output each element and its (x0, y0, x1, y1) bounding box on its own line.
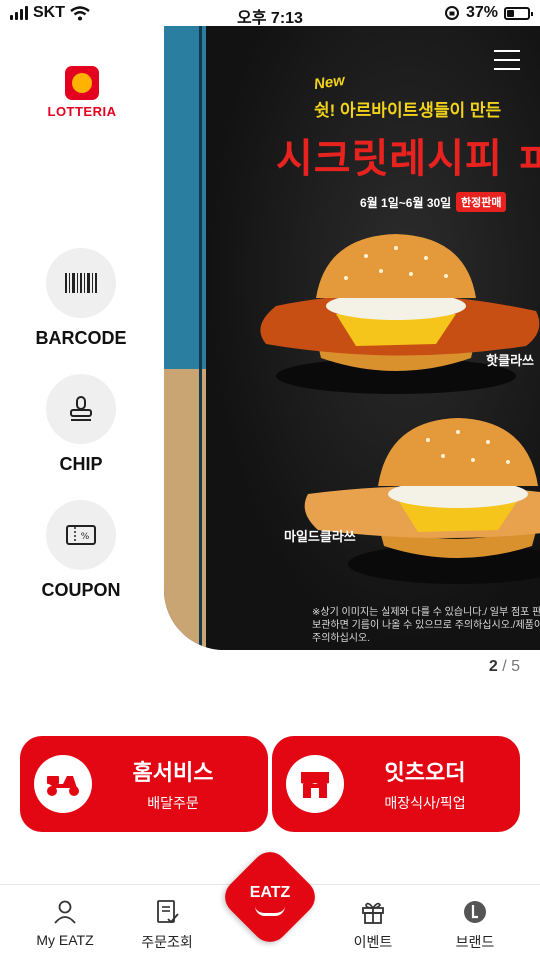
burger-image-hot (260, 234, 540, 394)
poster-title: 시크릿레시피 ㅍ (276, 137, 540, 181)
promo-banner[interactable]: New 쉿! 아르바이트생들이 만든 시크릿레시피 ㅍ 6월 1일~6월 30일… (164, 26, 540, 650)
nav-label: 이벤트 (353, 934, 393, 950)
nav-my-eatz[interactable]: My EATZ (20, 899, 110, 948)
burger-name-hot: 핫클라쓰 (486, 353, 534, 368)
user-icon (54, 900, 76, 924)
battery-icon (504, 6, 533, 20)
action-title: 잇츠오더 (384, 760, 466, 785)
disclaimer-line: 주의하십시오. (312, 633, 370, 644)
eatz-center-label[interactable]: EATZ (233, 884, 307, 902)
disclaimer-line: ※상기 이미지는 실제와 다를 수 있습니다./ 일부 점포 판매 제외 / 장… (312, 607, 540, 618)
coupon-icon: % (46, 500, 116, 570)
poster-date: 6월 1일~6월 30일 (360, 196, 452, 210)
promo-poster: New 쉿! 아르바이트생들이 만든 시크릿레시피 ㅍ 6월 1일~6월 30일… (206, 26, 540, 650)
brand-icon (464, 901, 486, 923)
status-bar: SKT 오후 7:13 37% (0, 0, 540, 28)
disclaimer: ※상기 이미지는 실제와 다를 수 있습니다./ 일부 점포 판매 제외 / 장… (312, 606, 540, 645)
side-menu-chip[interactable]: CHIP (22, 374, 140, 475)
scooter-icon (34, 755, 92, 813)
side-menu-barcode[interactable]: BARCODE (22, 248, 140, 349)
stamp-icon (46, 374, 116, 444)
nav-label: My EATZ (36, 932, 94, 948)
barcode-icon (46, 248, 116, 318)
disclaimer-line: 보관하면 기름이 나올 수 있으므로 주의하십시오./제품이 뜨거울 수 있으 (312, 620, 540, 631)
nav-label: 브랜드 (455, 934, 495, 950)
nav-event[interactable]: 이벤트 (328, 899, 418, 952)
poster-subtitle: 쉿! 아르바이트생들이 만든 (314, 101, 502, 120)
action-subtitle: 매장식사/픽업 (384, 795, 466, 811)
nav-label: 주문조회 (141, 934, 193, 950)
logo-text: LOTTERIA (47, 104, 117, 119)
side-menu-label: COUPON (41, 580, 121, 600)
previous-banner-edge (164, 26, 206, 650)
pager-current: 2 (488, 658, 498, 675)
nav-brand[interactable]: 브랜드 (430, 899, 520, 952)
store-icon (286, 755, 344, 813)
new-badge: New (312, 71, 346, 94)
lotteria-logo-mark (65, 66, 99, 100)
hamburger-menu-icon[interactable] (494, 50, 520, 70)
rotation-lock-icon (444, 6, 459, 20)
order-list-icon (157, 900, 179, 924)
action-title: 홈서비스 (132, 760, 214, 785)
pager-separator: / (502, 658, 507, 675)
pager-total: 5 (511, 658, 520, 675)
nav-order-history[interactable]: 주문조회 (122, 899, 212, 952)
limited-badge: 한정판매 (456, 192, 507, 212)
eatz-order-button[interactable]: 잇츠오더 매장식사/픽업 (272, 736, 520, 832)
home-service-button[interactable]: 홈서비스 배달주문 (20, 736, 268, 832)
status-right: 37% (444, 4, 533, 22)
battery-percent: 37% (465, 4, 498, 21)
action-subtitle: 배달주문 (147, 795, 199, 811)
lotteria-logo[interactable]: LOTTERIA (36, 66, 128, 119)
side-menu-label: CHIP (59, 454, 103, 474)
burger-name-mild: 마일드클라쓰 (284, 529, 356, 544)
side-menu-coupon[interactable]: % COUPON (22, 500, 140, 601)
battery-fill (507, 9, 515, 17)
side-menu-label: BARCODE (35, 328, 127, 348)
banner-pager: 2 / 5 (489, 658, 520, 676)
svg-text:%: % (81, 532, 90, 542)
gift-icon (362, 902, 384, 924)
burger-image-mild (304, 418, 540, 584)
